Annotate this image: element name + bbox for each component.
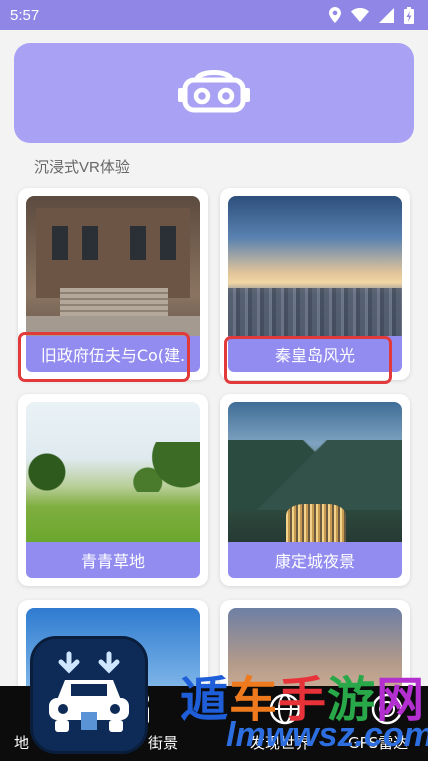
window: [130, 226, 146, 260]
vr-card[interactable]: 康定城夜景: [220, 394, 410, 586]
status-time: 5:57: [10, 6, 40, 24]
card-caption: 康定城夜景: [228, 542, 402, 578]
window: [52, 226, 68, 260]
window: [82, 226, 98, 260]
signal-icon: [379, 7, 394, 23]
mountains: [228, 440, 402, 510]
building-steps: [60, 288, 168, 318]
watermark-url: lmwwsz.com: [226, 716, 428, 754]
nav-item-map[interactable]: 地: [14, 732, 29, 753]
wifi-icon: [351, 8, 369, 22]
section-title: 沉浸式VR体验: [34, 159, 130, 176]
status-bar: 5:57: [0, 0, 428, 30]
battery-charging-icon: [404, 6, 414, 24]
watermark-app-logo: [30, 636, 148, 754]
highlight-box: [18, 332, 190, 382]
vr-header-banner[interactable]: [14, 43, 414, 143]
status-icons: [329, 6, 414, 24]
nav-item-street-view[interactable]: 街景: [148, 732, 178, 753]
card-caption: 青青草地: [26, 542, 200, 578]
card-image: [228, 196, 402, 336]
card-image: [228, 402, 402, 542]
watermark-char: 遁: [180, 672, 230, 728]
trees: [26, 442, 200, 492]
card-label: 康定城夜景: [274, 552, 355, 571]
car-download-icon: [49, 651, 129, 732]
card-label: 青青草地: [80, 552, 145, 571]
card-image: [26, 196, 200, 336]
window: [160, 226, 176, 260]
card-image: [26, 402, 200, 542]
vr-card[interactable]: 青青草地: [18, 394, 208, 586]
city-skyline: [228, 288, 402, 336]
town-lights: [286, 504, 346, 542]
vr-headset-icon: [177, 66, 251, 120]
location-icon: [329, 7, 341, 23]
highlight-box: [224, 336, 392, 384]
